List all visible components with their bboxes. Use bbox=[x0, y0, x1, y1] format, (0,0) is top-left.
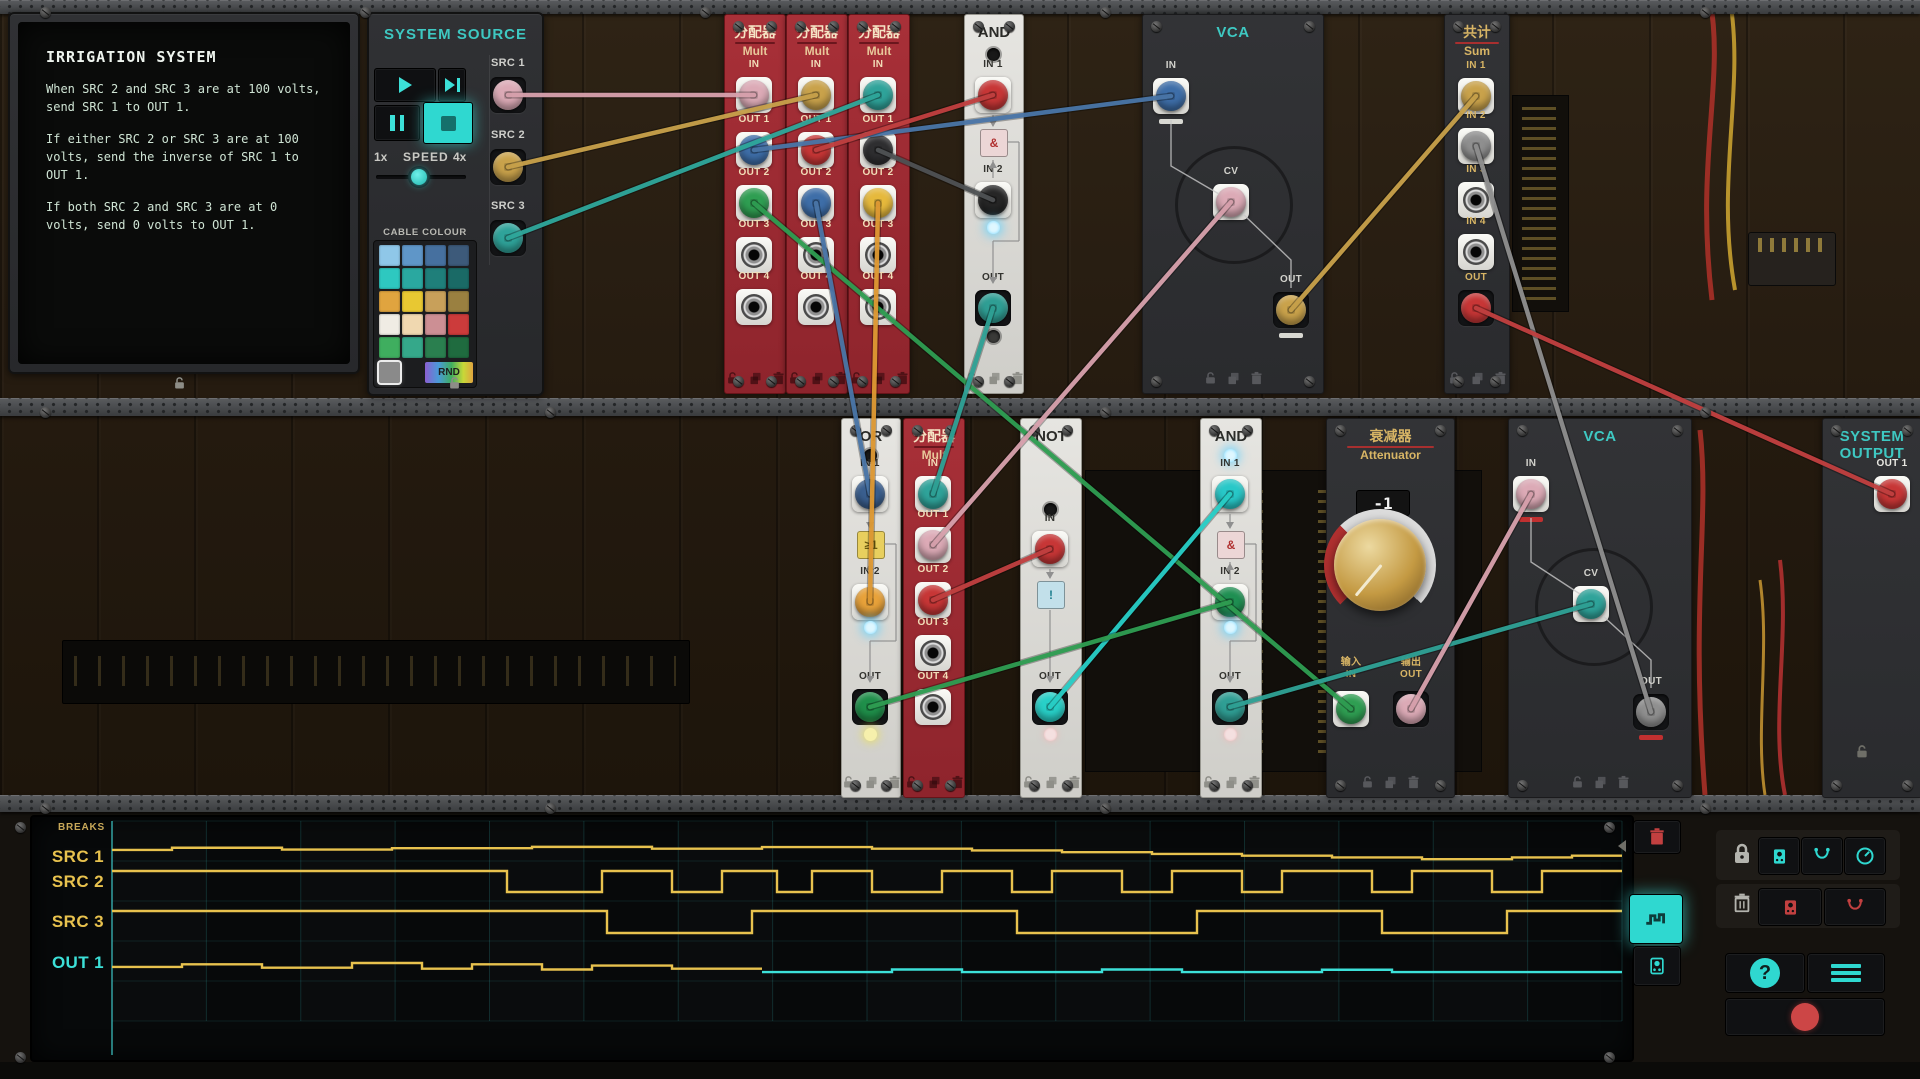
bottom-strip bbox=[0, 1062, 1920, 1079]
arrow-icon bbox=[1226, 522, 1234, 529]
cable-icon bbox=[1845, 897, 1865, 917]
signal-scope: BREAKS SRC 1SRC 2SRC 3OUT 1 bbox=[30, 815, 1634, 1062]
screw bbox=[1100, 407, 1111, 418]
cable-att.out-vca2.in[interactable] bbox=[1411, 494, 1531, 709]
screw bbox=[1700, 407, 1711, 418]
lock-cable-button[interactable] bbox=[1801, 837, 1843, 875]
scope-trace-label: OUT 1 bbox=[36, 953, 104, 973]
arrow-icon bbox=[989, 277, 997, 284]
cable-mm.out1-vca1.cv[interactable] bbox=[933, 202, 1231, 545]
arrow-icon bbox=[866, 676, 874, 683]
lock-icon bbox=[1730, 840, 1754, 868]
scope-plot bbox=[32, 817, 1632, 1060]
game-screen: IRRIGATION SYSTEM When SRC 2 and SRC 3 a… bbox=[0, 0, 1920, 1079]
grid-shade bbox=[678, 821, 772, 1021]
scope-trace bbox=[112, 963, 762, 970]
cable-src2-m2.in[interactable] bbox=[508, 95, 816, 167]
scope-trace-label: SRC 1 bbox=[36, 847, 104, 867]
cable-vca1.out-sum.in1[interactable] bbox=[1291, 96, 1476, 310]
module-icon bbox=[1781, 898, 1800, 917]
vca-trace bbox=[1531, 518, 1580, 594]
screw bbox=[40, 407, 51, 418]
arrow-icon bbox=[1226, 563, 1234, 570]
grid-shade bbox=[301, 821, 395, 1021]
screw bbox=[360, 7, 371, 18]
lock-module-button[interactable] bbox=[1758, 837, 1800, 875]
cable-m1.out2-att.in[interactable] bbox=[754, 203, 1351, 709]
scope-trace-label: SRC 2 bbox=[36, 872, 104, 892]
screw bbox=[1700, 7, 1711, 18]
cable-m3.out1-and1.in2[interactable] bbox=[878, 150, 993, 200]
screw bbox=[1604, 822, 1615, 833]
screw bbox=[15, 1052, 26, 1063]
arrow-icon bbox=[989, 161, 997, 168]
lock-knob-button[interactable] bbox=[1844, 837, 1886, 875]
cable-layer bbox=[0, 0, 1920, 812]
delete-module-button[interactable] bbox=[1758, 888, 1822, 926]
cable-src3-m3.in[interactable] bbox=[508, 95, 878, 238]
arrow-icon bbox=[1226, 676, 1234, 683]
screw bbox=[15, 822, 26, 833]
trash-icon bbox=[1647, 827, 1667, 847]
knob-dial-icon bbox=[1855, 846, 1875, 866]
vca-trace bbox=[1243, 214, 1291, 288]
trash-icon bbox=[1731, 890, 1753, 916]
screw bbox=[1700, 803, 1711, 814]
module-view-button[interactable] bbox=[1633, 946, 1681, 986]
screw bbox=[40, 7, 51, 18]
screw bbox=[1100, 7, 1111, 18]
waveform-icon bbox=[1643, 906, 1669, 932]
screw bbox=[545, 407, 556, 418]
screw bbox=[40, 803, 51, 814]
collapse-arrow-icon[interactable] bbox=[1618, 840, 1626, 852]
screw bbox=[1100, 803, 1111, 814]
cable-sum.out-sysout.out1[interactable] bbox=[1476, 308, 1892, 494]
menu-button[interactable] bbox=[1807, 953, 1885, 993]
clear-signal-button[interactable] bbox=[1633, 820, 1681, 854]
cable-icon bbox=[1812, 846, 1832, 866]
grid-shade bbox=[1433, 821, 1527, 1021]
cable-m2.out2-or.in1[interactable] bbox=[816, 203, 870, 494]
module-icon bbox=[1770, 847, 1789, 866]
help-button[interactable]: ? bbox=[1725, 953, 1805, 993]
screw bbox=[700, 7, 711, 18]
delete-cable-button[interactable] bbox=[1824, 888, 1886, 926]
menu-icon bbox=[1831, 961, 1861, 985]
scope-trace-label: SRC 3 bbox=[36, 912, 104, 932]
scope-view-button[interactable] bbox=[1629, 894, 1683, 944]
record-button[interactable] bbox=[1725, 998, 1885, 1036]
vca-trace bbox=[1171, 120, 1219, 194]
grid-shade bbox=[867, 821, 961, 1021]
arrow-icon bbox=[1046, 572, 1054, 579]
arrow-icon bbox=[1046, 676, 1054, 683]
grid-shade bbox=[1245, 821, 1339, 1021]
screw bbox=[1604, 1052, 1615, 1063]
question-mark-icon: ? bbox=[1750, 958, 1780, 988]
cable-mm.out2-not.in[interactable] bbox=[933, 549, 1050, 600]
grid-shade bbox=[490, 821, 584, 1021]
record-icon bbox=[1791, 1003, 1819, 1031]
screw bbox=[545, 803, 556, 814]
module-icon bbox=[1647, 956, 1667, 976]
